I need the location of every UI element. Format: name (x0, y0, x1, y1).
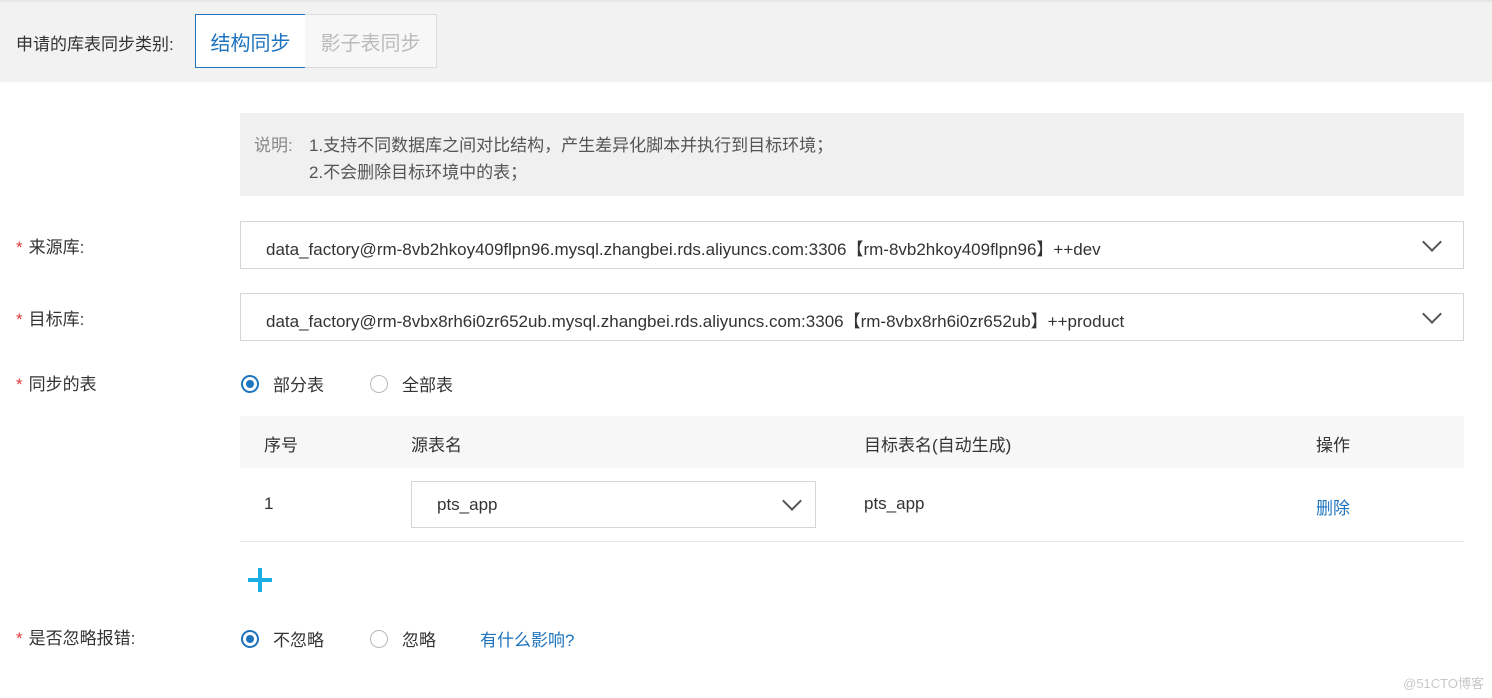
radio-partial-tables[interactable]: 部分表 (241, 371, 324, 396)
watermark: @51CTO博客 (1403, 676, 1484, 691)
required-mark: * (16, 310, 23, 329)
radio-all-label: 全部表 (402, 376, 453, 395)
description-line-1: 1.支持不同数据库之间对比结构，产生差异化脚本并执行到目标环境； (309, 136, 834, 155)
source-table-select[interactable]: pts_app (411, 481, 816, 528)
target-db-select[interactable]: data_factory@rm-8vbx8rh6i0zr652ub.mysql.… (240, 293, 1464, 341)
description-prefix: 说明: (254, 136, 293, 155)
radio-checked-icon (241, 374, 259, 393)
ignore-errors-label: * 是否忽略报错: (16, 629, 136, 648)
required-mark: * (16, 629, 23, 648)
table-header: 序号 源表名 目标表名(自动生成) 操作 (240, 416, 1464, 469)
radio-checked-icon (241, 629, 259, 648)
chevron-down-icon (782, 491, 802, 511)
col-source-table: 源表名 (411, 436, 462, 455)
sync-tables-label: * 同步的表 (16, 375, 97, 394)
source-db-label: * 来源库: (16, 238, 85, 257)
add-row-icon[interactable] (246, 566, 274, 594)
description-line-2: 2.不会删除目标环境中的表； (309, 163, 528, 182)
radio-not-ignore[interactable]: 不忽略 (241, 626, 324, 651)
radio-unchecked-icon (370, 629, 388, 648)
category-bar: 申请的库表同步类别: 结构同步 影子表同步 (0, 0, 1492, 82)
col-target-table: 目标表名(自动生成) (864, 436, 1012, 455)
row-index: 1 (264, 494, 274, 513)
target-db-label: * 目标库: (16, 310, 85, 329)
source-table-value: pts_app (437, 495, 498, 514)
required-mark: * (16, 238, 23, 257)
chevron-down-icon (1422, 232, 1442, 252)
table-row: 1 pts_app pts_app 删除 (240, 468, 1464, 542)
delete-link[interactable]: 删除 (1316, 494, 1350, 519)
radio-all-tables[interactable]: 全部表 (370, 371, 453, 396)
col-action: 操作 (1316, 436, 1350, 455)
tab-shadow-table-sync[interactable]: 影子表同步 (305, 14, 437, 68)
target-db-value: data_factory@rm-8vbx8rh6i0zr652ub.mysql.… (266, 312, 1125, 331)
radio-partial-label: 部分表 (273, 376, 324, 395)
help-link[interactable]: 有什么影响? (480, 626, 574, 651)
target-table-value: pts_app (864, 494, 925, 513)
source-db-value: data_factory@rm-8vb2hkoy409flpn96.mysql.… (266, 240, 1101, 259)
category-label: 申请的库表同步类别: (16, 35, 174, 54)
radio-ignore[interactable]: 忽略 (370, 626, 436, 651)
col-index: 序号 (264, 436, 298, 455)
source-db-select[interactable]: data_factory@rm-8vb2hkoy409flpn96.mysql.… (240, 221, 1464, 269)
description-box: 说明: 1.支持不同数据库之间对比结构，产生差异化脚本并执行到目标环境； 2.不… (240, 113, 1464, 196)
chevron-down-icon (1422, 304, 1442, 324)
radio-ignore-label: 忽略 (402, 631, 436, 650)
radio-not-ignore-label: 不忽略 (273, 631, 324, 650)
required-mark: * (16, 375, 23, 394)
radio-unchecked-icon (370, 374, 388, 393)
tab-structure-sync[interactable]: 结构同步 (195, 14, 306, 68)
